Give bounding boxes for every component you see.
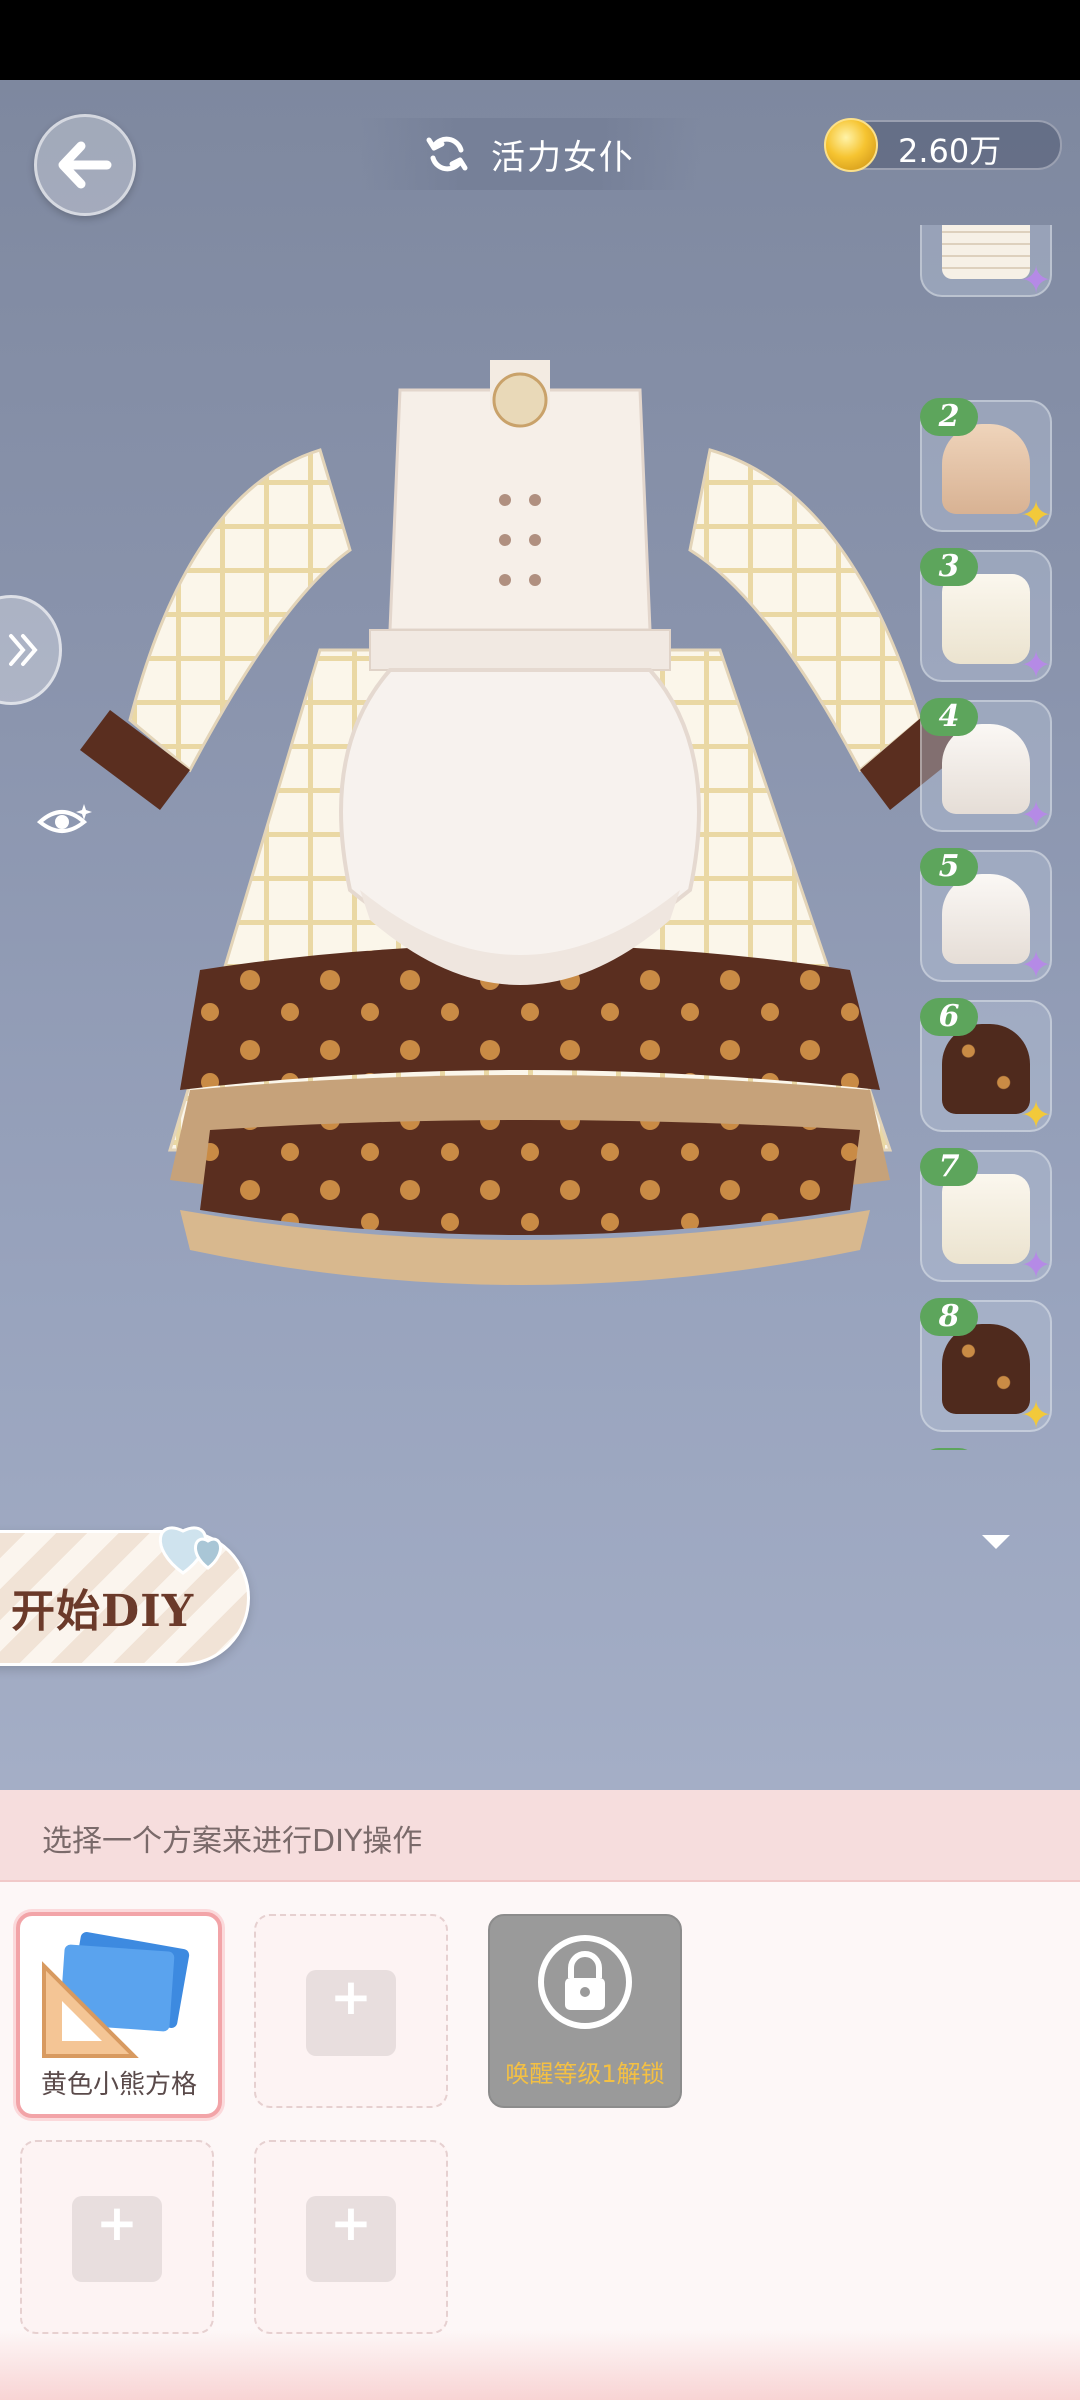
selected-plan-label: 黄色小熊方格 bbox=[40, 2070, 197, 2100]
coin-amount: 2.60万 bbox=[898, 132, 1002, 170]
start-diy-label: 开始DIY bbox=[11, 1586, 195, 1637]
purple-star-icon: ✦ bbox=[1020, 643, 1052, 687]
expand-panel-button[interactable] bbox=[0, 595, 62, 705]
slot-thumbnail bbox=[942, 225, 1030, 279]
plan-card-empty-2[interactable]: + bbox=[254, 1914, 448, 2108]
gold-star-icon: ✦ bbox=[1020, 1093, 1052, 1137]
slot-thumbnail bbox=[942, 1324, 1030, 1414]
outfit-title: 活力女仆 bbox=[491, 137, 635, 178]
purple-star-icon: ✦ bbox=[1020, 258, 1052, 302]
slot-thumbnail bbox=[942, 724, 1030, 814]
slot-number: 3 bbox=[920, 548, 978, 586]
panel-hint: 选择一个方案来进行DIY操作 bbox=[42, 1824, 423, 1859]
outfit-slot-1[interactable]: ✦ bbox=[920, 225, 1052, 302]
outfit-slot-6[interactable]: 6 ✦ bbox=[920, 998, 1052, 1137]
outfit-slot-2[interactable]: 2 ✦ bbox=[920, 398, 1052, 537]
slot-number: 4 bbox=[920, 698, 978, 736]
double-chevron-right-icon bbox=[9, 634, 38, 666]
slot-number: 5 bbox=[920, 848, 978, 886]
outfit-slot-8[interactable]: 8 ✦ bbox=[920, 1298, 1052, 1437]
slot-number: 2 bbox=[920, 398, 978, 436]
outfit-slot-7[interactable]: 7 ✦ bbox=[920, 1148, 1052, 1287]
start-diy-button[interactable]: 开始DIY bbox=[0, 1526, 250, 1666]
refresh-icon[interactable] bbox=[425, 132, 469, 176]
gold-star-icon: ✦ bbox=[1020, 493, 1052, 537]
locked-label: 唤醒等级1解锁 bbox=[505, 2060, 665, 2088]
outfit-slot-list[interactable]: ✦ 2 ✦ 3 ✦ 4 ✦ 5 ✦ 6 ✦ 7 ✦ 8 ✦ bbox=[916, 225, 1056, 1450]
slot-number: 8 bbox=[920, 1298, 978, 1336]
outfit-slot-5[interactable]: 5 ✦ bbox=[920, 848, 1052, 987]
blueprint-icon bbox=[42, 1932, 190, 2058]
plan-card-empty-4[interactable]: + bbox=[254, 2140, 448, 2334]
gold-star-icon: ✦ bbox=[1020, 1393, 1052, 1437]
slot-number: 6 bbox=[920, 998, 978, 1036]
purple-star-icon: ✦ bbox=[1020, 943, 1052, 987]
back-button[interactable] bbox=[34, 114, 136, 216]
coin-balance: 2.60万 bbox=[824, 118, 1062, 172]
maid-dress-preview bbox=[80, 360, 965, 1285]
lock-icon bbox=[538, 1935, 632, 2029]
panel-header: 选择一个方案来进行DIY操作 bbox=[0, 1790, 1080, 1882]
coin-icon bbox=[824, 118, 878, 172]
heart-deco-icon bbox=[158, 1526, 222, 1575]
plan-card-empty-3[interactable]: + bbox=[20, 2140, 214, 2334]
purple-star-icon: ✦ bbox=[1020, 1243, 1052, 1287]
scroll-down-icon[interactable] bbox=[982, 1535, 1010, 1549]
slot-number: 9 bbox=[920, 1448, 978, 1450]
slot-thumbnail bbox=[942, 424, 1030, 514]
outfit-title-bar[interactable]: 活力女仆 bbox=[360, 118, 700, 190]
panel-bottom-fade bbox=[0, 2330, 1080, 2400]
plus-icon: + bbox=[330, 1968, 372, 2026]
plus-icon: + bbox=[96, 2194, 138, 2252]
plan-card-selected[interactable]: 黄色小熊方格 bbox=[16, 1912, 222, 2118]
plan-card-locked[interactable]: 唤醒等级1解锁 bbox=[488, 1914, 682, 2108]
purple-star-icon: ✦ bbox=[1020, 793, 1052, 837]
slot-thumbnail bbox=[942, 874, 1030, 964]
slot-number: 7 bbox=[920, 1148, 978, 1186]
plus-icon: + bbox=[330, 2194, 372, 2252]
preview-stage: 活力女仆 2.60万 ✦ 2 ✦ 3 ✦ 4 ✦ 5 ✦ 6 ✦ 7 ✦ 8 ✦… bbox=[0, 80, 1080, 1790]
outfit-slot-3[interactable]: 3 ✦ bbox=[920, 548, 1052, 687]
slot-thumbnail bbox=[942, 574, 1030, 664]
back-arrow-icon bbox=[58, 141, 112, 189]
slot-thumbnail bbox=[942, 1024, 1030, 1114]
diy-plan-panel: 选择一个方案来进行DIY操作 黄色小熊方格 + 唤醒等级1解锁 + + bbox=[0, 1790, 1080, 2400]
slot-thumbnail bbox=[942, 1174, 1030, 1264]
outfit-slot-4[interactable]: 4 ✦ bbox=[920, 698, 1052, 837]
status-bar bbox=[0, 0, 1080, 80]
